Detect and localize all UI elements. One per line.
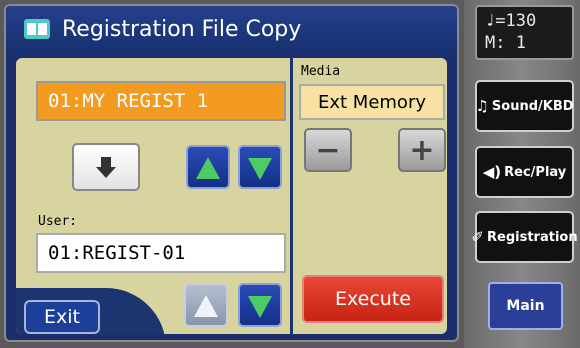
- user-label: User:: [38, 214, 78, 229]
- source-registration-field[interactable]: 01:MY REGIST 1: [36, 81, 286, 121]
- music-note-icon: ♫: [475, 97, 489, 115]
- main-panel: Registration File Copy 01:MY REGIST 1 Us…: [4, 4, 459, 342]
- down-arrow-icon: [96, 157, 116, 179]
- exit-button[interactable]: Exit: [24, 300, 100, 334]
- user-down-button[interactable]: [238, 283, 282, 327]
- tempo-display[interactable]: ♩=130 M: 1: [475, 5, 574, 60]
- main-button[interactable]: Main: [488, 282, 563, 330]
- title-bar: Registration File Copy: [6, 6, 457, 54]
- up-triangle-icon: [194, 295, 218, 317]
- media-field[interactable]: Ext Memory: [299, 84, 445, 120]
- up-triangle-icon: [196, 157, 220, 179]
- content-area: 01:MY REGIST 1 User: 01:REGIST-01 Exit M…: [16, 58, 447, 334]
- vertical-divider: [290, 58, 293, 334]
- tempo-measure: M: 1: [485, 33, 526, 53]
- book-icon: ✐: [471, 228, 484, 246]
- window-title: Registration File Copy: [62, 17, 302, 42]
- registration-label: Registration: [487, 229, 578, 245]
- rec-play-label: Rec/Play: [504, 164, 567, 180]
- registration-button[interactable]: ✐ Registration: [471, 211, 578, 263]
- book-icon: [24, 19, 50, 39]
- user-up-button[interactable]: [184, 283, 228, 327]
- side-panel: ♩=130 M: 1 ♫ Sound/KBD ◀) Rec/Play ✐ Reg…: [464, 0, 580, 348]
- source-up-button[interactable]: [186, 145, 230, 189]
- down-triangle-icon: [248, 296, 272, 318]
- copy-down-button[interactable]: [72, 143, 140, 191]
- sound-kbd-label: Sound/KBD: [491, 98, 574, 114]
- speaker-icon: ◀): [482, 163, 502, 181]
- sound-kbd-button[interactable]: ♫ Sound/KBD: [475, 80, 574, 132]
- execute-button[interactable]: Execute: [302, 275, 444, 323]
- down-triangle-icon: [248, 158, 272, 180]
- rec-play-button[interactable]: ◀) Rec/Play: [475, 146, 574, 198]
- user-registration-field[interactable]: 01:REGIST-01: [36, 233, 286, 273]
- tempo-bpm: ♩=130: [485, 11, 537, 31]
- media-minus-button[interactable]: −: [304, 128, 352, 172]
- media-plus-button[interactable]: +: [398, 128, 446, 172]
- media-label: Media: [301, 64, 341, 79]
- source-down-button[interactable]: [238, 145, 282, 189]
